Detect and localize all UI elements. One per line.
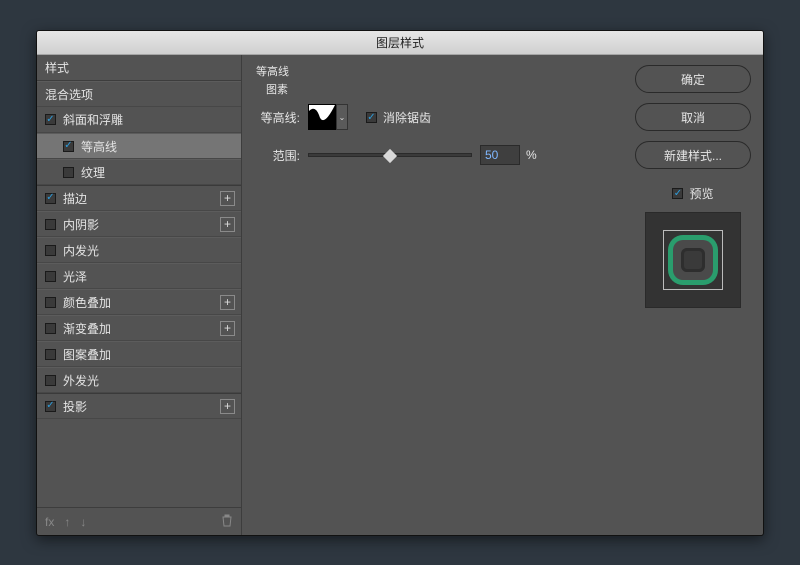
contour-dropdown[interactable]: ⌄	[336, 104, 348, 130]
cancel-button[interactable]: 取消	[635, 103, 751, 131]
section-title: 等高线	[256, 63, 609, 79]
effect-row-contour[interactable]: 等高线	[37, 133, 241, 159]
preview-checkbox[interactable]	[672, 188, 683, 199]
dialog-title: 图层样式	[376, 34, 424, 51]
dialog-content: 样式 混合选项 斜面和浮雕等高线纹理描边+内阴影+内发光光泽颜色叠加+渐变叠加+…	[37, 55, 763, 535]
effect-checkbox-bevel[interactable]	[45, 114, 56, 125]
effect-label: 斜面和浮雕	[63, 111, 123, 128]
add-effect-icon[interactable]: +	[220, 399, 235, 414]
effect-label: 纹理	[81, 164, 105, 181]
fx-menu-icon[interactable]: fx	[45, 515, 54, 529]
styles-header[interactable]: 样式	[37, 55, 241, 81]
effect-checkbox-patternOverlay[interactable]	[45, 349, 56, 360]
effect-row-bevel[interactable]: 斜面和浮雕	[37, 107, 241, 133]
move-down-icon[interactable]: ↓	[80, 515, 86, 529]
add-effect-icon[interactable]: +	[220, 191, 235, 206]
effect-row-dropShadow[interactable]: 投影 +	[37, 393, 241, 419]
effect-label: 外发光	[63, 372, 99, 389]
add-effect-icon[interactable]: +	[220, 295, 235, 310]
preview-frame	[663, 230, 723, 290]
contour-thumbnail[interactable]	[308, 104, 336, 130]
ok-button[interactable]: 确定	[635, 65, 751, 93]
effect-row-gradOverlay[interactable]: 渐变叠加 +	[37, 315, 241, 341]
slider-thumb[interactable]	[383, 149, 397, 163]
effect-label: 投影	[63, 398, 87, 415]
effect-checkbox-satin[interactable]	[45, 271, 56, 282]
effect-label: 颜色叠加	[63, 294, 111, 311]
left-footer: fx ↑ ↓	[37, 507, 241, 535]
right-panel: 确定 取消 新建样式... 预览	[623, 55, 763, 535]
effect-row-innerShadow[interactable]: 内阴影 +	[37, 211, 241, 237]
move-up-icon[interactable]: ↑	[64, 515, 70, 529]
range-label: 范围:	[256, 147, 300, 164]
blend-options-row[interactable]: 混合选项	[37, 81, 241, 107]
titlebar: 图层样式	[37, 31, 763, 55]
blend-label: 混合选项	[45, 86, 93, 103]
section-subtitle: 图素	[266, 81, 609, 97]
effect-label: 描边	[63, 190, 87, 207]
add-effect-icon[interactable]: +	[220, 217, 235, 232]
antialias-checkbox[interactable]	[366, 112, 377, 123]
range-slider[interactable]	[308, 153, 472, 157]
effect-label: 内发光	[63, 242, 99, 259]
effect-checkbox-texture[interactable]	[63, 167, 74, 178]
preview-box	[645, 212, 741, 308]
effect-label: 渐变叠加	[63, 320, 111, 337]
effect-checkbox-innerShadow[interactable]	[45, 219, 56, 230]
effect-checkbox-dropShadow[interactable]	[45, 401, 56, 412]
new-style-button[interactable]: 新建样式...	[635, 141, 751, 169]
effect-checkbox-outerGlow[interactable]	[45, 375, 56, 386]
styles-label: 样式	[45, 59, 69, 76]
effect-row-texture[interactable]: 纹理	[37, 159, 241, 185]
contour-label: 等高线:	[256, 109, 300, 126]
percent-label: %	[526, 148, 537, 162]
effect-checkbox-gradOverlay[interactable]	[45, 323, 56, 334]
effect-row-satin[interactable]: 光泽	[37, 263, 241, 289]
effect-row-stroke[interactable]: 描边 +	[37, 185, 241, 211]
contour-row: 等高线: ⌄ 消除锯齿	[256, 105, 609, 129]
effect-checkbox-contour[interactable]	[63, 141, 74, 152]
effect-label: 光泽	[63, 268, 87, 285]
delete-icon[interactable]	[221, 514, 233, 530]
effect-checkbox-stroke[interactable]	[45, 193, 56, 204]
preview-label: 预览	[689, 185, 713, 202]
effect-label: 等高线	[81, 138, 117, 155]
range-row: 范围: %	[256, 143, 609, 167]
preview-check-row: 预览	[672, 185, 713, 202]
settings-panel: 等高线 图素 等高线: ⌄ 消除锯齿 范围: %	[242, 55, 623, 535]
effect-checkbox-colorOverlay[interactable]	[45, 297, 56, 308]
layer-style-dialog: 图层样式 样式 混合选项 斜面和浮雕等高线纹理描边+内阴影+内发光光泽颜色叠加+…	[36, 30, 764, 536]
effect-label: 内阴影	[63, 216, 99, 233]
preview-shape	[673, 240, 713, 280]
add-effect-icon[interactable]: +	[220, 321, 235, 336]
effect-row-colorOverlay[interactable]: 颜色叠加 +	[37, 289, 241, 315]
effect-label: 图案叠加	[63, 346, 111, 363]
style-list: 样式 混合选项 斜面和浮雕等高线纹理描边 + 内阴影 + 内发光光泽颜色叠加 + 渐变叠加 +…	[37, 55, 241, 507]
effect-row-patternOverlay[interactable]: 图案叠加	[37, 341, 241, 367]
antialias-label: 消除锯齿	[383, 109, 431, 126]
range-input[interactable]	[480, 145, 520, 165]
effect-row-outerGlow[interactable]: 外发光	[37, 367, 241, 393]
left-panel: 样式 混合选项 斜面和浮雕等高线纹理描边 + 内阴影 + 内发光光泽颜色叠加 + 渐变叠加 +…	[37, 55, 242, 535]
effect-row-innerGlow[interactable]: 内发光	[37, 237, 241, 263]
effect-checkbox-innerGlow[interactable]	[45, 245, 56, 256]
